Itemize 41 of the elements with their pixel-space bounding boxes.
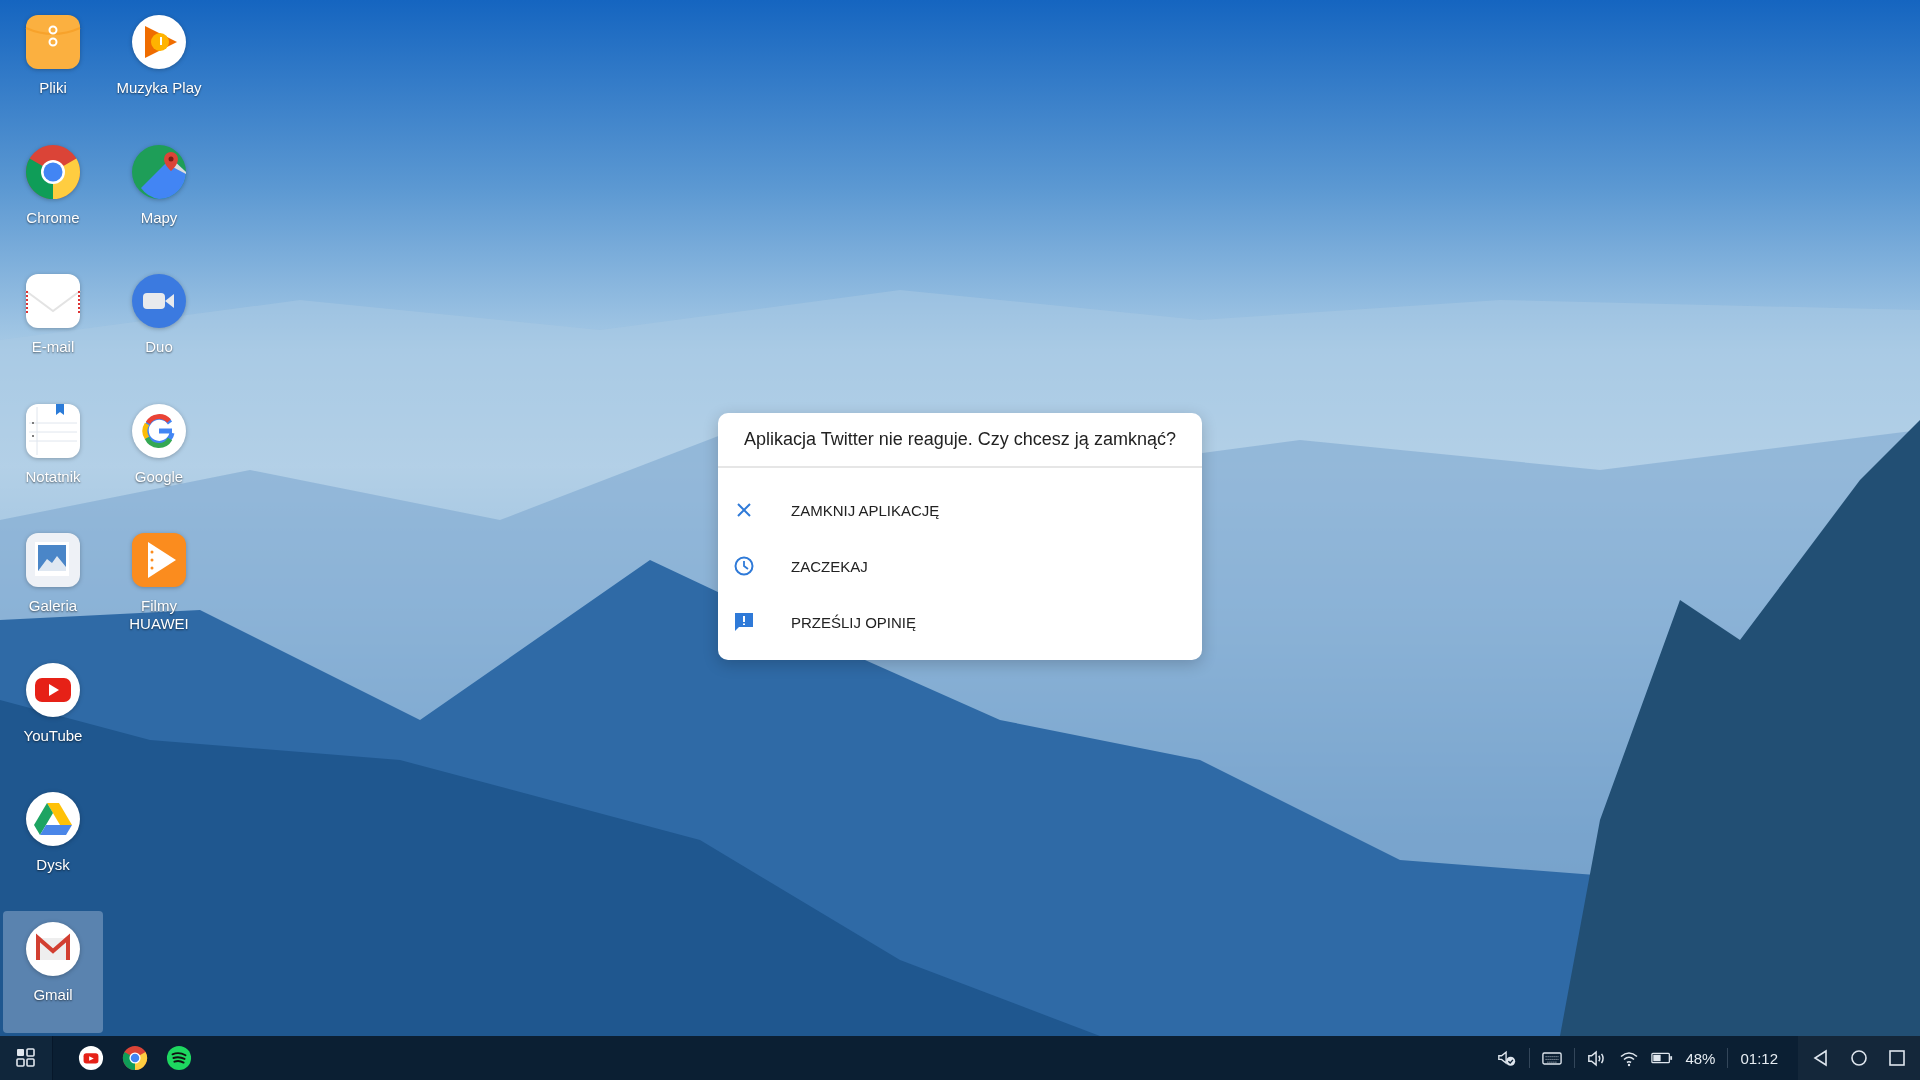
notepad-icon xyxy=(25,402,81,459)
browser-icon xyxy=(25,143,81,200)
clock-icon xyxy=(734,556,754,576)
desktop-app-shortcut[interactable]: Galeria xyxy=(3,522,103,644)
dialog-action[interactable]: ZAMKNIJ APLIKACJĘ xyxy=(718,482,1202,538)
desktop-app-shortcut[interactable]: Filmy HUAWEI xyxy=(109,522,209,644)
grid-icon xyxy=(15,1047,37,1069)
feedback-icon xyxy=(734,612,754,632)
battery-percentage: 48% xyxy=(1685,1049,1716,1067)
speaker-check-icon[interactable] xyxy=(1497,1049,1518,1067)
browser-icon[interactable] xyxy=(122,1045,148,1071)
video-camera-icon xyxy=(131,273,187,329)
envelope-icon xyxy=(25,273,81,329)
keyboard-icon[interactable] xyxy=(1542,1049,1563,1067)
dialog-message: Aplikacja Twitter nie reaguje. Czy chcesz ją zamknąć? xyxy=(718,413,1202,468)
desktop-app-shortcut[interactable]: YouTube xyxy=(3,651,103,774)
map-pin-icon xyxy=(131,143,187,200)
battery-icon[interactable] xyxy=(1651,1051,1674,1065)
wifi-icon[interactable] xyxy=(1619,1049,1640,1067)
play-button-icon xyxy=(25,661,81,718)
music-play-icon xyxy=(131,14,187,70)
play-film-icon xyxy=(131,532,187,588)
desktop-app-shortcut[interactable]: Pliki xyxy=(3,4,103,126)
letter-g-icon xyxy=(131,402,187,459)
dialog-action[interactable]: ZACZEKAJ xyxy=(718,538,1202,594)
sound-waves-icon[interactable] xyxy=(166,1045,192,1071)
home-icon[interactable] xyxy=(1849,1048,1869,1068)
clock-time: 01:12 xyxy=(1740,1049,1778,1067)
picture-icon xyxy=(25,532,81,588)
play-button-icon[interactable] xyxy=(78,1045,104,1071)
desktop-app-shortcut[interactable]: Dysk xyxy=(3,781,103,903)
desktop-app-shortcut[interactable]: Chrome xyxy=(3,133,103,256)
recents-icon[interactable] xyxy=(1887,1048,1907,1068)
folder-icon xyxy=(25,14,81,70)
desktop-app-shortcut[interactable]: Gmail xyxy=(3,910,103,1033)
desktop-app-shortcut[interactable]: Mapy xyxy=(109,133,209,256)
desktop-app-shortcut[interactable]: Muzyka Play xyxy=(109,4,209,126)
mail-m-icon xyxy=(25,920,81,977)
app-drawer-button[interactable] xyxy=(0,1036,53,1080)
dialog-action[interactable]: PRZEŚLIJ OPINIĘ xyxy=(718,594,1202,650)
triangle-drive-icon xyxy=(25,791,81,847)
